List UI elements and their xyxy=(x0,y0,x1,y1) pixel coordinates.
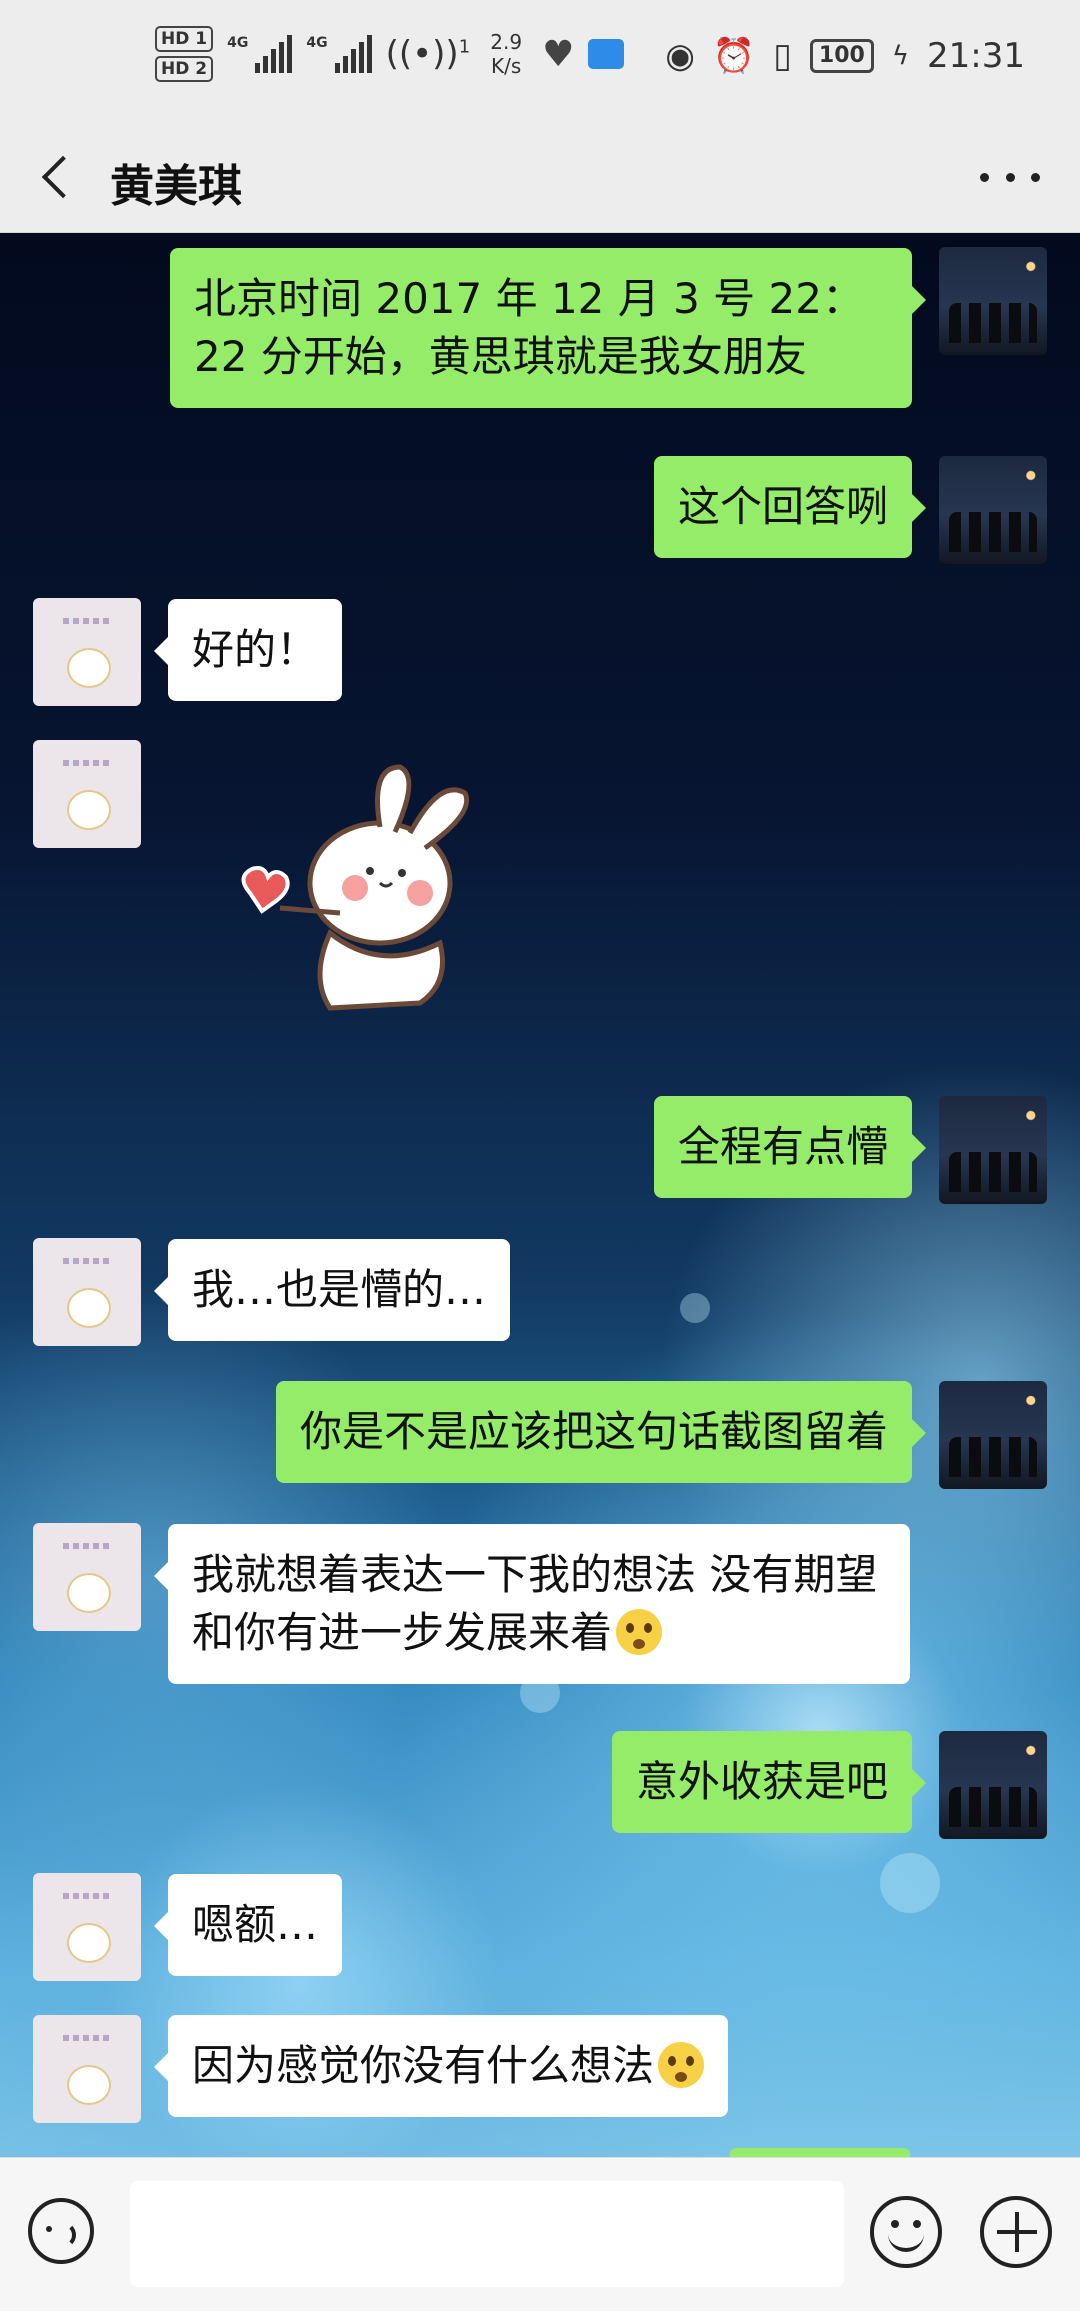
message-bubble-me[interactable]: 你是不是应该把这句话截图留着 xyxy=(275,1381,927,1483)
status-bar: HD 1 HD 2 4G 4G ((•))1 2.9 K/s ♥ ◉ ⏰ ▯ 1… xyxy=(0,0,1080,126)
bokeh-dot xyxy=(880,1853,940,1913)
status-right: ◉ ⏰ ▯ 100 ϟ 21:31 xyxy=(665,36,1025,76)
avatar-contact[interactable] xyxy=(33,740,141,848)
net-speed: 2.9 K/s xyxy=(484,30,528,78)
net1-label: 4G xyxy=(227,35,249,51)
alarm-icon: ⏰ xyxy=(712,36,756,76)
avatar-contact[interactable] xyxy=(33,2015,141,2123)
signal1-icon: 4G xyxy=(227,35,293,73)
vibrate-icon: ▯ xyxy=(773,36,792,76)
message-text: 因为感觉你没有什么想法 xyxy=(192,2041,655,2090)
hotspot-count: 1 xyxy=(458,36,471,58)
eye-icon: ◉ xyxy=(665,36,695,76)
net-speed-unit: K/s xyxy=(491,54,522,78)
message-list[interactable]: 北京时间 2017 年 12 月 3 号 22：22 分开始，黄思琪就是我女朋友… xyxy=(0,233,1080,2157)
message-bubble-me[interactable]: 这个回答咧 xyxy=(653,456,927,558)
message-bubble-me[interactable]: 意外收获是吧 xyxy=(611,1731,927,1833)
avatar-me[interactable] xyxy=(939,247,1047,355)
input-bar xyxy=(0,2157,1080,2311)
message-bubble-contact[interactable]: 我…也是懵的… xyxy=(153,1239,511,1341)
heart-rate-icon: ♥ xyxy=(542,33,575,75)
avatar-contact[interactable] xyxy=(33,1238,141,1346)
message-bubble-contact[interactable]: 嗯额… xyxy=(153,1874,343,1976)
zipper-mouth-emoji xyxy=(616,1609,663,1655)
chevron-left-icon[interactable] xyxy=(38,154,78,204)
more-dots-icon[interactable] xyxy=(980,162,1040,192)
avatar-me[interactable] xyxy=(939,1731,1047,1839)
avatar-contact[interactable] xyxy=(33,598,141,706)
flushed-emoji xyxy=(658,2042,705,2088)
hd-indicators: HD 1 HD 2 xyxy=(155,26,214,82)
avatar-me[interactable] xyxy=(939,1096,1047,1204)
message-bubble-contact[interactable]: 因为感觉你没有什么想法 xyxy=(153,2015,729,2117)
hd1-badge: HD 1 xyxy=(155,26,214,52)
message-bubble-me[interactable]: 全程有点懵 xyxy=(653,1096,927,1198)
status-left: HD 1 HD 2 4G 4G ((•))1 2.9 K/s ♥ xyxy=(155,26,625,82)
hotspot-icon: ((•))1 xyxy=(385,34,471,74)
message-bubble-me[interactable]: 北京时间 2017 年 12 月 3 号 22：22 分开始，黄思琪就是我女朋友 xyxy=(170,248,926,408)
avatar-me[interactable] xyxy=(939,1381,1047,1489)
message-input[interactable] xyxy=(130,2181,844,2287)
bokeh-dot xyxy=(680,1293,710,1323)
smile-icon[interactable] xyxy=(870,2196,942,2268)
avatar-me[interactable] xyxy=(939,456,1047,564)
message-bubble-contact[interactable]: 好的！ xyxy=(153,599,343,701)
voice-icon[interactable] xyxy=(28,2198,94,2264)
app-notification-icon xyxy=(588,39,625,69)
message-bubble-contact[interactable]: 我就想着表达一下我的想法 没有期望和你有进一步发展来着 xyxy=(154,1524,910,1684)
hd2-badge: HD 2 xyxy=(155,56,214,82)
avatar-contact[interactable] xyxy=(33,1523,141,1631)
signal2-icon: 4G xyxy=(306,35,372,73)
battery-icon: 100 xyxy=(809,39,874,73)
net2-label: 4G xyxy=(306,35,328,51)
plus-icon[interactable] xyxy=(980,2196,1052,2268)
clock-time: 21:31 xyxy=(927,36,1025,76)
bunny-heart-sticker[interactable] xyxy=(230,763,490,1023)
net-speed-value: 2.9 xyxy=(490,30,523,54)
chat-title: 黄美琪 xyxy=(110,161,242,212)
avatar-contact[interactable] xyxy=(33,1873,141,1981)
charging-icon: ϟ xyxy=(891,41,910,71)
message-text: 我就想着表达一下我的想法 没有期望和你有进一步发展来着 xyxy=(192,1550,878,1657)
chat-header: 黄美琪 xyxy=(0,126,1080,233)
